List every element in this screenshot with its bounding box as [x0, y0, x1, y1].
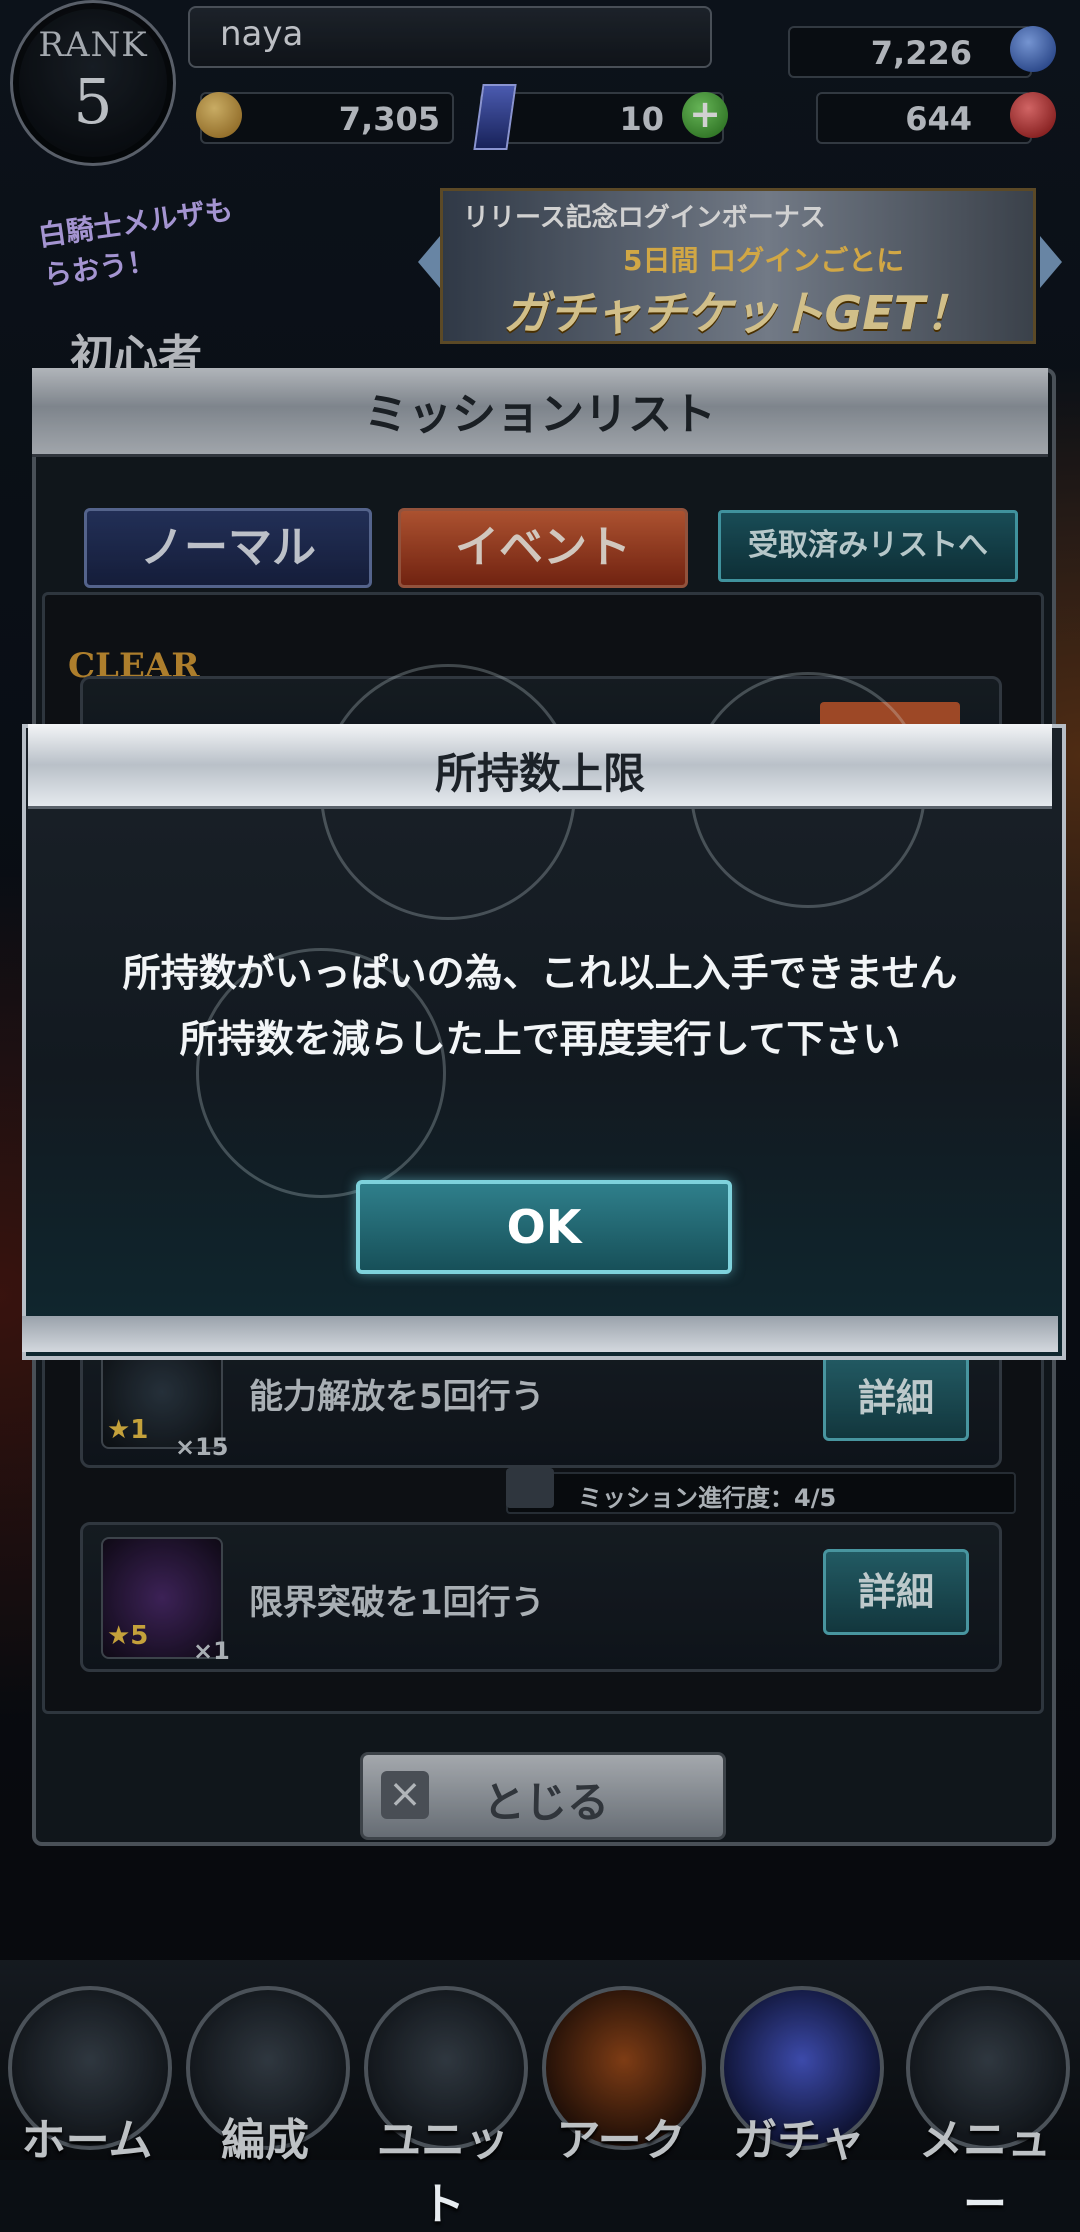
dialog-footer-ornament — [22, 1316, 1058, 1352]
dialog-title: 所持数上限 — [434, 749, 645, 798]
dialog-message-line2: 所持数を減らした上で再度実行して下さい — [179, 1017, 901, 1061]
ok-button[interactable]: OK — [356, 1180, 732, 1274]
dialog-message-line1: 所持数がいっぱいの為、これ以上入手できません — [122, 951, 958, 995]
